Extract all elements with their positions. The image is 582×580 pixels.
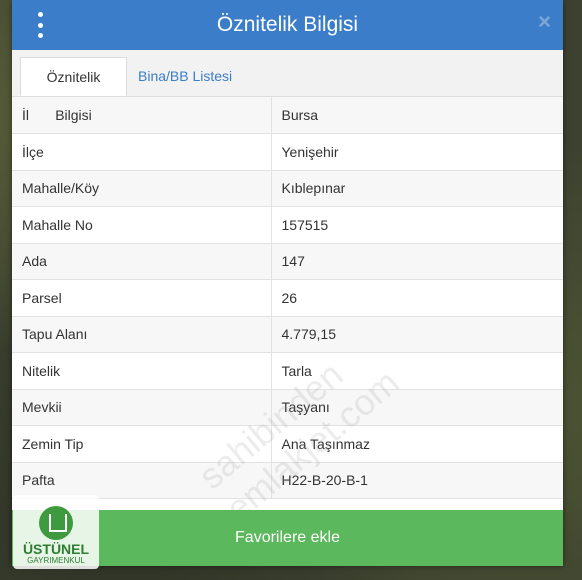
attribute-value: H22-B-20-B-1 — [271, 462, 563, 499]
dialog-title: Öznitelik Bilgisi — [216, 13, 359, 36]
table-row: İlçe Yenişehir — [12, 133, 563, 171]
attribute-value: Ana Taşınmaz — [271, 425, 563, 463]
attribute-key: Mevkii — [12, 389, 272, 426]
attribute-info-dialog: Öznitelik Bilgisi × Öznitelik Bilgisi Bi… — [12, 0, 563, 566]
attribute-key: Ada — [12, 243, 272, 280]
tab-bar: Öznitelik Bilgisi Bina/BB Listesi — [12, 50, 563, 123]
attribute-key: Parsel — [12, 279, 272, 317]
attribute-value: Bursa — [271, 97, 563, 134]
table-row: Mahalle No 157515 — [12, 206, 563, 244]
table-row: Ada 147 — [12, 243, 563, 280]
attribute-value: Kıblepınar — [271, 170, 563, 207]
table-row: Tapu Alanı 4.779,15 — [12, 316, 563, 353]
attribute-key: İlçe — [12, 133, 272, 171]
attribute-value: Tarla — [271, 352, 563, 390]
dialog-header: Öznitelik Bilgisi × — [12, 0, 563, 50]
attribute-value: 4.779,15 — [271, 316, 563, 353]
menu-icon[interactable] — [30, 12, 50, 38]
table-row: Mahalle/Köy Kıblepınar — [12, 170, 563, 207]
table-row: İl Bursa — [12, 97, 563, 134]
close-icon[interactable]: × — [538, 11, 551, 33]
attribute-value: 147 — [271, 243, 563, 280]
attribute-key: İl — [12, 97, 272, 134]
attribute-key: Mahalle No — [12, 206, 272, 244]
attribute-value: 26 — [271, 279, 563, 317]
logo-subtitle: GAYRIMENKUL — [27, 556, 85, 565]
table-row: Nitelik Tarla — [12, 352, 563, 390]
company-logo: ÜSTÜNEL GAYRIMENKUL — [13, 495, 99, 569]
attribute-key: Zemin Tip — [12, 425, 272, 463]
table-row: Parsel 26 — [12, 279, 563, 317]
attribute-table-wrapper[interactable]: İl Bursa İlçe Yenişehir Mahalle/Köy Kıblepına… — [12, 97, 563, 510]
tab-building-list[interactable]: Bina/BB Listesi — [128, 57, 242, 96]
attribute-key: Mahalle/Köy — [12, 170, 272, 207]
attribute-value: 157515 — [271, 206, 563, 244]
attribute-key: Pafta — [12, 462, 272, 499]
house-logo-icon — [39, 506, 73, 540]
attribute-key: Tapu Alanı — [12, 316, 272, 353]
attribute-value: Taşyanı — [271, 389, 563, 426]
table-row: Mevkii Taşyanı — [12, 389, 563, 426]
logo-name: ÜSTÜNEL — [22, 541, 90, 557]
table-row: Zemin Tip Ana Taşınmaz — [12, 425, 563, 463]
table-row: Pafta H22-B-20-B-1 — [12, 462, 563, 499]
attribute-table: İl Bursa İlçe Yenişehir Mahalle/Köy Kıblepına… — [12, 97, 563, 499]
attribute-value: Yenişehir — [271, 133, 563, 171]
attribute-key: Nitelik — [12, 352, 272, 390]
tab-attribute-info[interactable]: Öznitelik Bilgisi — [20, 57, 127, 123]
